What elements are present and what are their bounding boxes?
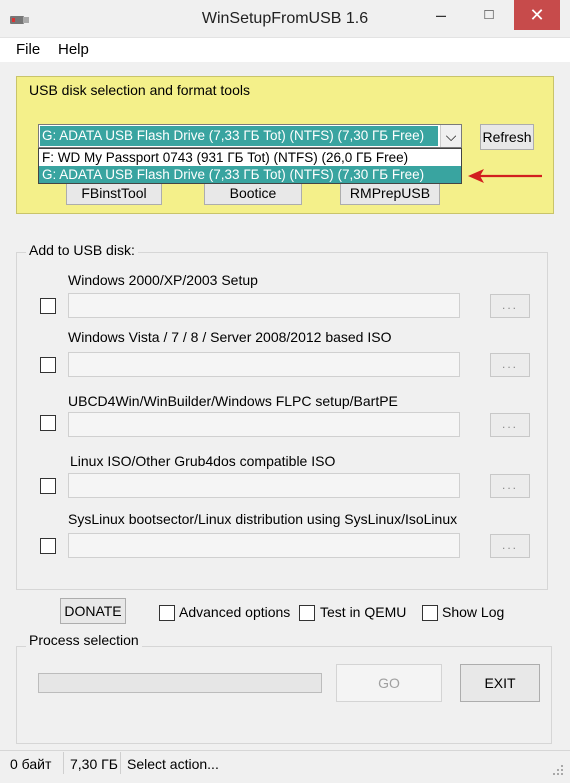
- path-field-vista[interactable]: [68, 352, 460, 377]
- add-group-legend: Add to USB disk:: [26, 242, 138, 258]
- checkbox-syslinux[interactable]: [40, 538, 56, 554]
- donate-button[interactable]: DONATE: [60, 598, 126, 624]
- exit-button[interactable]: EXIT: [460, 664, 540, 702]
- menu-help[interactable]: Help: [58, 38, 89, 62]
- status-divider: [63, 752, 64, 774]
- bootice-button[interactable]: Bootice: [204, 181, 302, 205]
- rmprepusb-button[interactable]: RMPrepUSB: [340, 181, 440, 205]
- checkbox-vista[interactable]: [40, 357, 56, 373]
- chevron-down-icon[interactable]: ⌵: [440, 125, 461, 147]
- browse-button-vista[interactable]: ...: [490, 353, 530, 377]
- menu-file[interactable]: File: [16, 38, 40, 62]
- path-field-winxp[interactable]: [68, 293, 460, 318]
- section-label-winxp: Windows 2000/XP/2003 Setup: [68, 272, 258, 288]
- checkbox-show-log[interactable]: [422, 605, 438, 621]
- section-label-vista: Windows Vista / 7 / 8 / Server 2008/2012…: [68, 329, 392, 345]
- process-group-legend: Process selection: [26, 632, 142, 648]
- status-size-used: 0 байт: [10, 756, 52, 772]
- status-message: Select action...: [127, 756, 219, 772]
- section-label-linux: Linux ISO/Other Grub4dos compatible ISO: [70, 453, 336, 469]
- advanced-options-label[interactable]: Advanced options: [179, 604, 290, 620]
- dropdown-option-f[interactable]: F: WD My Passport 0743 (931 ГБ Tot) (NTF…: [39, 149, 461, 166]
- path-field-linux[interactable]: [68, 473, 460, 498]
- checkbox-advanced-options[interactable]: [159, 605, 175, 621]
- fbinsttool-button[interactable]: FBinstTool: [66, 181, 162, 205]
- refresh-button[interactable]: Refresh: [480, 124, 534, 150]
- browse-button-linux[interactable]: ...: [490, 474, 530, 498]
- browse-button-ubcd[interactable]: ...: [490, 413, 530, 437]
- red-arrow-icon: [468, 169, 542, 183]
- browse-button-winxp[interactable]: ...: [490, 294, 530, 318]
- checkbox-linux[interactable]: [40, 478, 56, 494]
- status-size-free: 7,30 ГБ: [70, 756, 118, 772]
- section-label-syslinux: SysLinux bootsector/Linux distribution u…: [68, 511, 458, 527]
- test-qemu-label[interactable]: Test in QEMU: [320, 604, 406, 620]
- go-button[interactable]: GO: [336, 664, 442, 702]
- browse-button-syslinux[interactable]: ...: [490, 534, 530, 558]
- usb-group-legend: USB disk selection and format tools: [26, 82, 253, 98]
- dropdown-option-g[interactable]: G: ADATA USB Flash Drive (7,33 ГБ Tot) (…: [39, 166, 461, 183]
- path-field-ubcd[interactable]: [68, 412, 460, 437]
- minimize-button[interactable]: –: [418, 0, 464, 30]
- close-button[interactable]: ✕: [514, 0, 560, 30]
- maximize-button[interactable]: □: [466, 0, 512, 30]
- section-label-ubcd: UBCD4Win/WinBuilder/Windows FLPC setup/B…: [68, 393, 398, 409]
- path-field-syslinux[interactable]: [68, 533, 460, 558]
- checkbox-winxp[interactable]: [40, 298, 56, 314]
- checkbox-test-qemu[interactable]: [299, 605, 315, 621]
- show-log-label[interactable]: Show Log: [442, 604, 504, 620]
- checkbox-ubcd[interactable]: [40, 415, 56, 431]
- status-divider: [120, 752, 121, 774]
- progress-bar: [38, 673, 322, 693]
- usb-disk-selected[interactable]: G: ADATA USB Flash Drive (7,33 ГБ Tot) (…: [40, 126, 438, 146]
- resize-grip-icon[interactable]: [548, 760, 566, 778]
